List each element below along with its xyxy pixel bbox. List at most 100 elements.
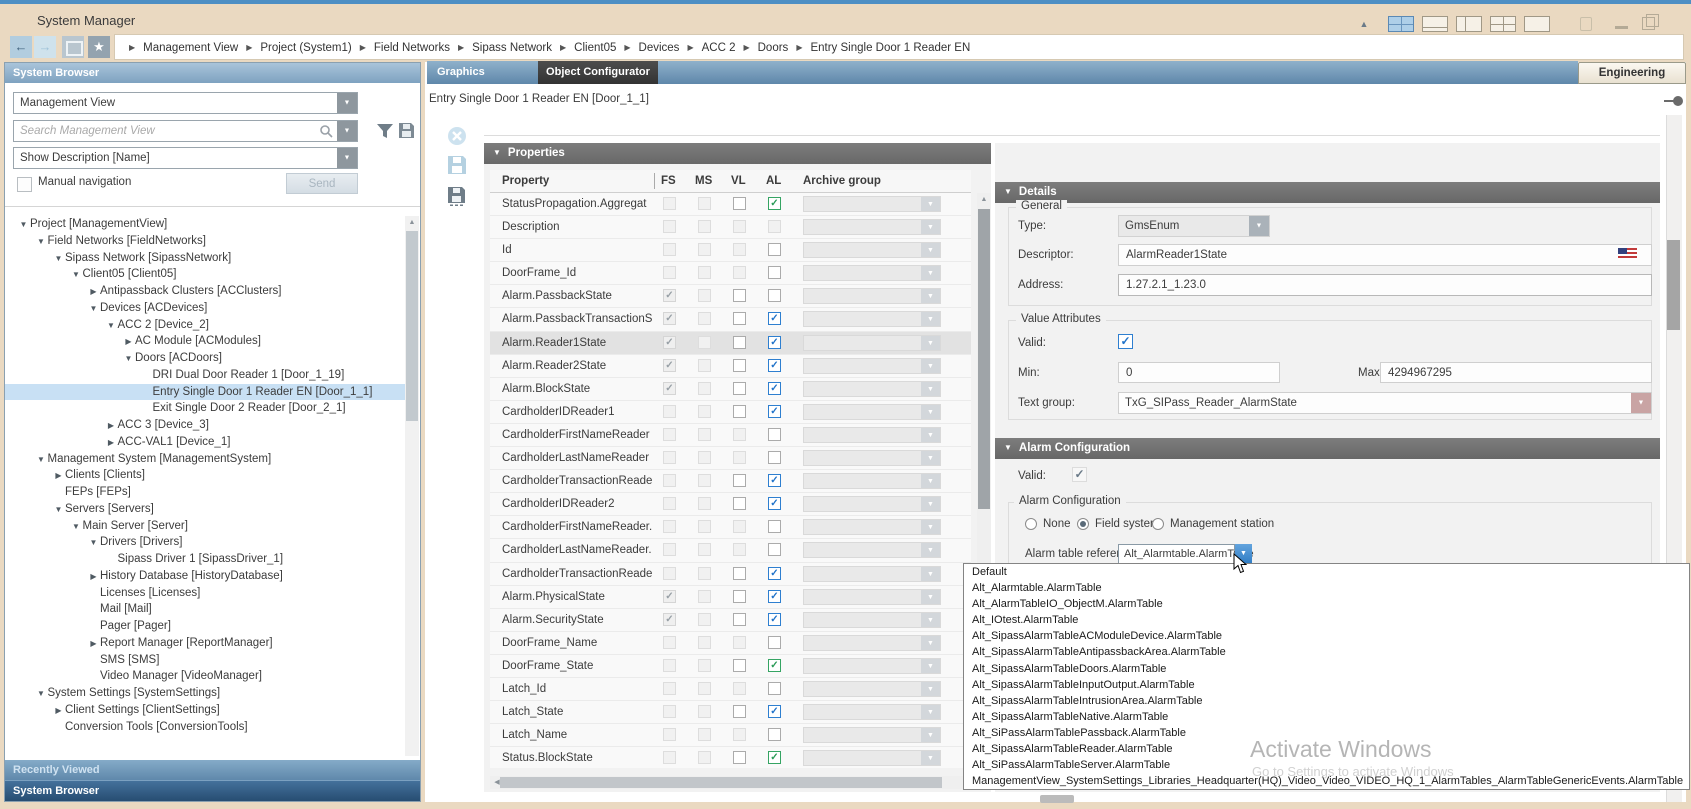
back-button[interactable]: ← [10,36,32,58]
table-row[interactable]: CardholderFirstNameReader▼ [490,424,971,447]
col-ms[interactable]: MS [695,170,712,192]
dropdown-list-item[interactable]: Default [964,564,1689,580]
alarm-valid-checkbox[interactable]: ✓ [1072,467,1087,482]
properties-scrollbar-thumb[interactable] [978,209,990,509]
al-checkbox[interactable] [768,428,781,441]
chevron-down-icon[interactable]: ▼ [921,567,940,581]
tab-graphics[interactable]: Graphics [437,61,485,84]
archive-group-dropdown[interactable]: ▼ [803,288,941,304]
al-checkbox[interactable]: ✓ [768,659,781,672]
system-browser-bar[interactable]: System Browser [5,780,420,801]
chevron-down-icon[interactable]: ▼ [921,405,940,419]
search-input[interactable]: Search Management View [13,120,358,142]
chevron-down-icon[interactable] [337,93,357,113]
archive-group-dropdown[interactable]: ▼ [803,750,941,766]
chevron-down-icon[interactable]: ▼ [921,359,940,373]
fs-checkbox[interactable]: ✓ [663,289,676,302]
table-row[interactable]: StatusPropagation.Aggregat✓▼ [490,193,971,216]
tree-collapsed-icon[interactable]: ▶ [52,703,65,720]
fs-checkbox[interactable]: ✓ [663,336,676,349]
fs-checkbox[interactable]: ✓ [663,359,676,372]
chevron-down-icon[interactable]: ▼ [921,682,940,696]
col-archive-group[interactable]: Archive group [803,170,881,192]
al-checkbox[interactable] [768,543,781,556]
al-checkbox[interactable] [768,289,781,302]
tree-collapsed-icon[interactable]: ▶ [87,569,100,586]
table-row[interactable]: Latch_State✓▼ [490,701,971,724]
properties-section-header[interactable]: ▼Properties [484,143,991,164]
section-collapse-icon[interactable]: ▼ [493,142,501,163]
tree-expanded-icon[interactable]: ▼ [87,535,100,552]
table-row[interactable]: CardholderLastNameReader.▼ [490,539,971,562]
breadcrumb-item[interactable]: Client05 [574,36,616,60]
tree-item[interactable]: ▼Doors [ACDoors] [5,350,405,367]
tree-item[interactable]: ▶ACC 3 [Device_3] [5,417,405,434]
address-field[interactable]: 1.27.2.1_1.23.0 [1118,274,1652,296]
tree-item[interactable]: ▼System Settings [SystemSettings] [5,685,405,702]
dropdown-list-item[interactable]: Alt_SipassAlarmTableNative.AlarmTable [964,709,1689,725]
vl-checkbox[interactable] [733,590,746,603]
archive-group-dropdown[interactable]: ▼ [803,566,941,582]
vl-checkbox[interactable] [733,336,746,349]
al-checkbox[interactable]: ✓ [768,751,781,764]
table-row[interactable]: Description▼ [490,216,971,239]
clear-icon[interactable] [447,126,467,146]
fs-checkbox[interactable]: ✓ [663,382,676,395]
archive-group-dropdown[interactable]: ▼ [803,589,941,605]
archive-group-dropdown[interactable]: ▼ [803,658,941,674]
archive-group-dropdown[interactable]: ▼ [803,219,941,235]
col-al[interactable]: AL [766,170,781,192]
table-row[interactable]: Id▼ [490,239,971,262]
al-checkbox[interactable] [768,266,781,279]
valid-checkbox[interactable]: ✓ [1118,334,1133,349]
manual-navigation-checkbox[interactable] [17,177,32,192]
save-search-icon[interactable] [398,122,415,139]
tree-item[interactable]: ▼ACC 2 [Device_2] [5,317,405,334]
filter-funnel-icon[interactable] [376,123,394,139]
chevron-down-icon[interactable]: ▼ [921,428,940,442]
tree-item[interactable]: Conversion Tools [ConversionTools] [5,719,405,736]
tree-item[interactable]: Entry Single Door 1 Reader EN [Door_1_1] [5,384,405,401]
al-checkbox[interactable] [768,636,781,649]
tree-item[interactable]: ▶Report Manager [ReportManager] [5,635,405,652]
tree-collapsed-icon[interactable]: ▶ [87,284,100,301]
properties-hscrollbar-thumb[interactable] [500,777,942,788]
al-checkbox[interactable] [768,451,781,464]
tree-expanded-icon[interactable]: ▼ [87,301,100,318]
tree-collapsed-icon[interactable]: ▶ [52,468,65,485]
chevron-down-icon[interactable] [337,148,357,168]
tree-item[interactable]: Sipass Driver 1 [SipassDriver_1] [5,551,405,568]
tree-collapsed-icon[interactable]: ▶ [87,636,100,653]
tree-expanded-icon[interactable]: ▼ [35,234,48,251]
chevron-down-icon[interactable]: ▼ [921,382,940,396]
display-mode-icon[interactable] [62,36,84,58]
col-property[interactable]: Property [502,170,549,192]
bottom-hscrollbar-thumb[interactable] [1040,795,1074,803]
details-section-header[interactable]: ▼Details [995,182,1660,203]
dropdown-list-item[interactable]: Alt_IOtest.AlarmTable [964,612,1689,628]
table-row[interactable]: Latch_Name▼ [490,724,971,747]
column-divider[interactable] [654,173,655,189]
chevron-down-icon[interactable]: ▼ [921,336,940,350]
vl-checkbox[interactable] [733,497,746,510]
layout-four-pane-icon[interactable] [1388,16,1414,32]
favorites-star-icon[interactable]: ★ [88,36,110,58]
table-row[interactable]: Alarm.Reader2State✓✓▼ [490,355,971,378]
breadcrumb-item[interactable]: Management View [143,36,238,60]
layout-single-pane-icon[interactable] [1524,16,1550,32]
tree-item[interactable]: FEPs [FEPs] [5,484,405,501]
tree-expanded-icon[interactable]: ▼ [35,686,48,703]
vl-checkbox[interactable] [733,613,746,626]
col-vl[interactable]: VL [731,170,746,192]
tree-item[interactable]: ▶Antipassback Clusters [ACClusters] [5,283,405,300]
fs-checkbox[interactable]: ✓ [663,613,676,626]
vl-checkbox[interactable] [733,359,746,372]
chevron-down-icon[interactable]: ▼ [921,613,940,627]
table-row[interactable]: CardholderLastNameReader▼ [490,447,971,470]
archive-group-dropdown[interactable]: ▼ [803,335,941,351]
chevron-down-icon[interactable]: ▼ [921,289,940,303]
chevron-down-icon[interactable]: ▼ [921,728,940,742]
recently-viewed-bar[interactable]: Recently Viewed [5,760,420,780]
tree-expanded-icon[interactable]: ▼ [35,452,48,469]
main-scrollbar-thumb[interactable] [1667,240,1680,330]
